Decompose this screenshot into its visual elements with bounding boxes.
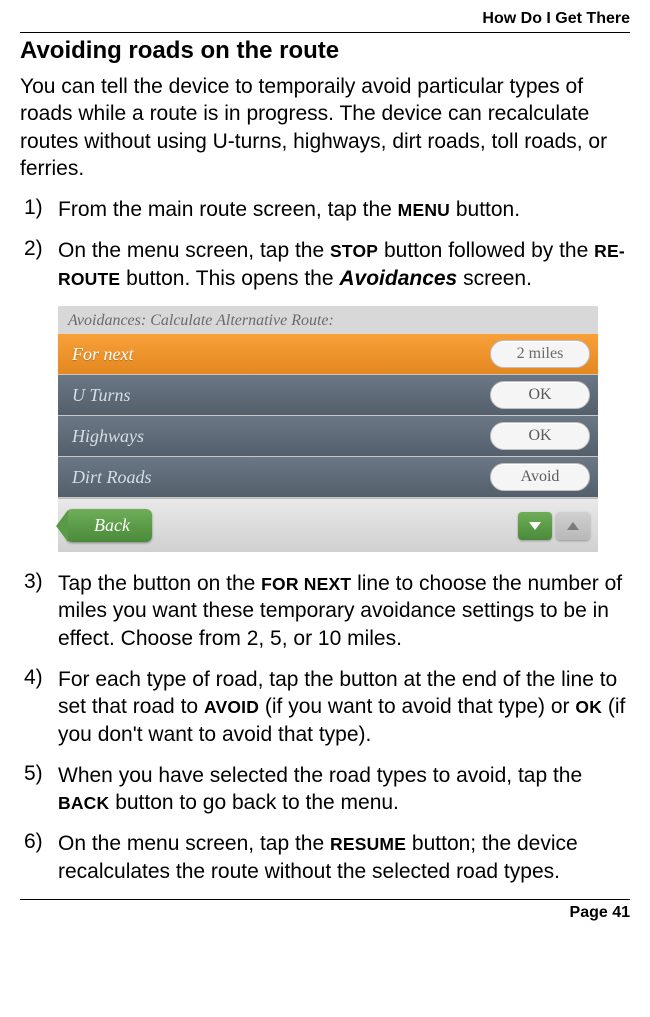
text: button. This opens the: [120, 267, 339, 290]
step-marker: 2): [24, 237, 58, 292]
menu-keyword: MENU: [398, 200, 450, 220]
fornext-keyword: FOR NEXT: [261, 574, 351, 594]
step-marker: 6): [24, 830, 58, 885]
uturns-value-button[interactable]: OK: [490, 381, 590, 409]
header-rule: [20, 32, 630, 33]
row-label: U Turns: [66, 385, 131, 406]
text: From the main route screen, tap the: [58, 198, 398, 221]
chevron-down-icon: [529, 522, 541, 530]
scroll-buttons: [518, 512, 590, 540]
text: button to go back to the menu.: [109, 791, 399, 814]
chevron-up-icon: [567, 522, 579, 530]
step-marker: 4): [24, 666, 58, 748]
text: button.: [450, 198, 520, 221]
screenshot-bottombar: Back: [58, 498, 598, 552]
step-body: On the menu screen, tap the RESUME butto…: [58, 830, 630, 885]
step-body: On the menu screen, tap the STOP button …: [58, 237, 630, 292]
avoidances-emphasis: Avoidances: [339, 267, 457, 290]
step-body: When you have selected the road types to…: [58, 762, 630, 817]
step-body: From the main route screen, tap the MENU…: [58, 196, 630, 223]
back-keyword: BACK: [58, 793, 109, 813]
chapter-header: How Do I Get There: [20, 10, 630, 32]
row-label: Dirt Roads: [66, 467, 152, 488]
step-body: Tap the button on the FOR NEXT line to c…: [58, 570, 630, 652]
ok-keyword: OK: [575, 697, 602, 717]
page-number: Page 41: [20, 904, 630, 922]
screenshot-titlebar: Avoidances: Calculate Alternative Route:: [58, 306, 598, 334]
row-highways[interactable]: Highways OK: [58, 416, 598, 457]
intro-paragraph: You can tell the device to temporaily av…: [20, 73, 630, 182]
step-marker: 3): [24, 570, 58, 652]
step-6: 6) On the menu screen, tap the RESUME bu…: [20, 830, 630, 885]
text: On the menu screen, tap the: [58, 239, 330, 262]
text: (if you want to avoid that type) or: [259, 695, 575, 718]
text: When you have selected the road types to…: [58, 764, 582, 787]
step-2: 2) On the menu screen, tap the STOP butt…: [20, 237, 630, 292]
resume-keyword: RESUME: [330, 834, 406, 854]
highways-value-button[interactable]: OK: [490, 422, 590, 450]
row-label: For next: [66, 344, 133, 365]
stop-keyword: STOP: [330, 241, 378, 261]
row-dirtroads[interactable]: Dirt Roads Avoid: [58, 457, 598, 498]
step-5: 5) When you have selected the road types…: [20, 762, 630, 817]
step-marker: 5): [24, 762, 58, 817]
scroll-up-button[interactable]: [556, 512, 590, 540]
footer-rule: [20, 899, 630, 900]
step-1: 1) From the main route screen, tap the M…: [20, 196, 630, 223]
step-body: For each type of road, tap the button at…: [58, 666, 630, 748]
text: Tap the button on the: [58, 572, 261, 595]
text: screen.: [457, 267, 532, 290]
text: On the menu screen, tap the: [58, 832, 330, 855]
for-next-value-button[interactable]: 2 miles: [490, 340, 590, 368]
row-uturns[interactable]: U Turns OK: [58, 375, 598, 416]
step-marker: 1): [24, 196, 58, 223]
back-button[interactable]: Back: [66, 509, 152, 542]
step-4: 4) For each type of road, tap the button…: [20, 666, 630, 748]
section-title: Avoiding roads on the route: [20, 37, 630, 65]
text: button followed by the: [378, 239, 594, 262]
row-for-next[interactable]: For next 2 miles: [58, 334, 598, 375]
dirtroads-value-button[interactable]: Avoid: [490, 463, 590, 491]
step-3: 3) Tap the button on the FOR NEXT line t…: [20, 570, 630, 652]
avoid-keyword: AVOID: [204, 697, 259, 717]
row-label: Highways: [66, 426, 144, 447]
scroll-down-button[interactable]: [518, 512, 552, 540]
avoidances-screenshot: Avoidances: Calculate Alternative Route:…: [58, 306, 598, 552]
